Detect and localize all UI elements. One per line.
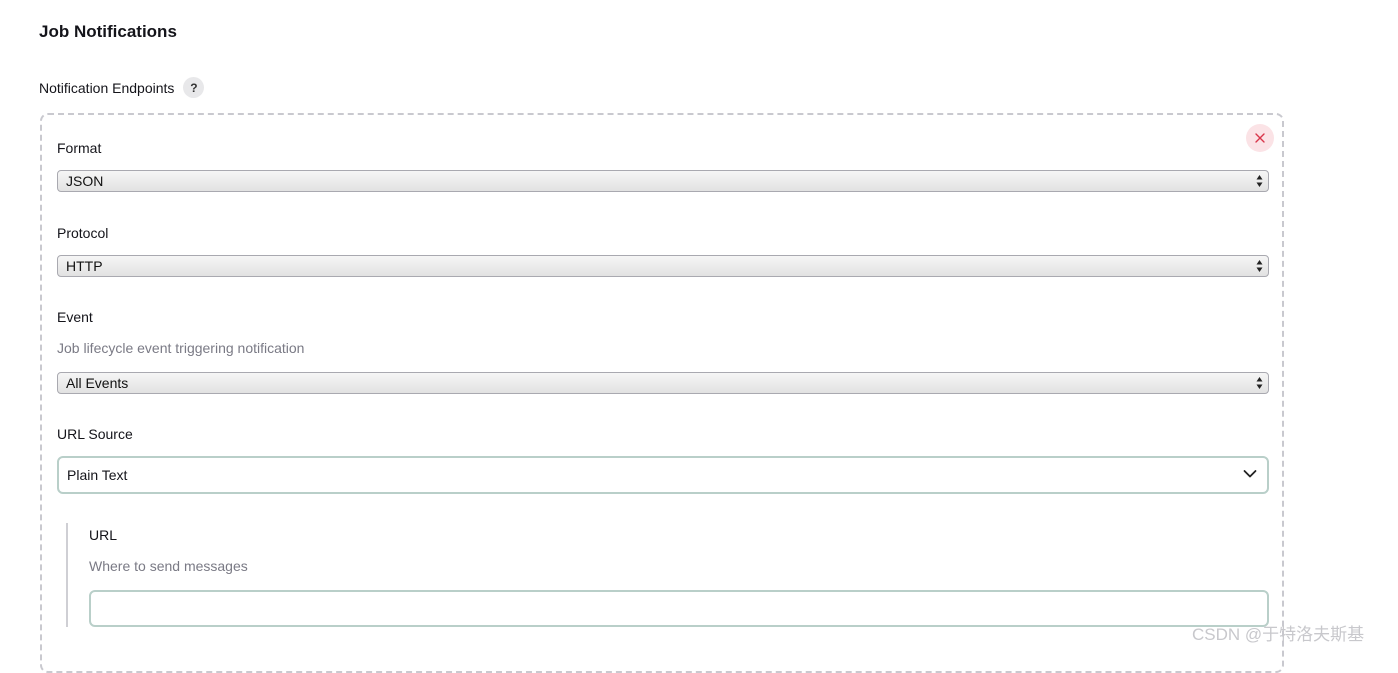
notification-endpoints-label: Notification Endpoints: [39, 79, 175, 96]
protocol-label: Protocol: [57, 225, 109, 241]
protocol-select[interactable]: HTTP: [57, 255, 1269, 277]
select-arrows-icon: [1256, 377, 1263, 389]
event-select[interactable]: All Events: [57, 372, 1269, 394]
nested-section-bar: [66, 523, 68, 627]
chevron-down-icon: [1243, 470, 1257, 478]
url-source-select[interactable]: Plain Text: [57, 456, 1269, 494]
format-label: Format: [57, 140, 102, 156]
format-select[interactable]: JSON: [57, 170, 1269, 192]
delete-endpoint-button[interactable]: [1246, 124, 1274, 152]
select-arrows-icon: [1256, 260, 1263, 272]
section-title: Job Notifications: [39, 22, 177, 41]
event-label: Event: [57, 309, 93, 325]
notification-endpoints-header: Notification Endpoints ?: [39, 77, 205, 98]
close-icon: [1255, 133, 1265, 143]
url-label: URL: [89, 527, 118, 543]
help-icon[interactable]: ?: [183, 77, 205, 98]
url-source-selected-value: Plain Text: [67, 467, 128, 483]
format-selected-value: JSON: [66, 173, 104, 189]
url-input[interactable]: [89, 590, 1269, 627]
select-arrows-icon: [1256, 175, 1263, 187]
event-description: Job lifecycle event triggering notificat…: [57, 340, 305, 356]
url-source-label: URL Source: [57, 426, 133, 442]
protocol-selected-value: HTTP: [66, 258, 103, 274]
url-description: Where to send messages: [89, 558, 248, 574]
watermark-text: CSDN @于特洛夫斯基: [1192, 625, 1365, 644]
event-selected-value: All Events: [66, 375, 129, 391]
